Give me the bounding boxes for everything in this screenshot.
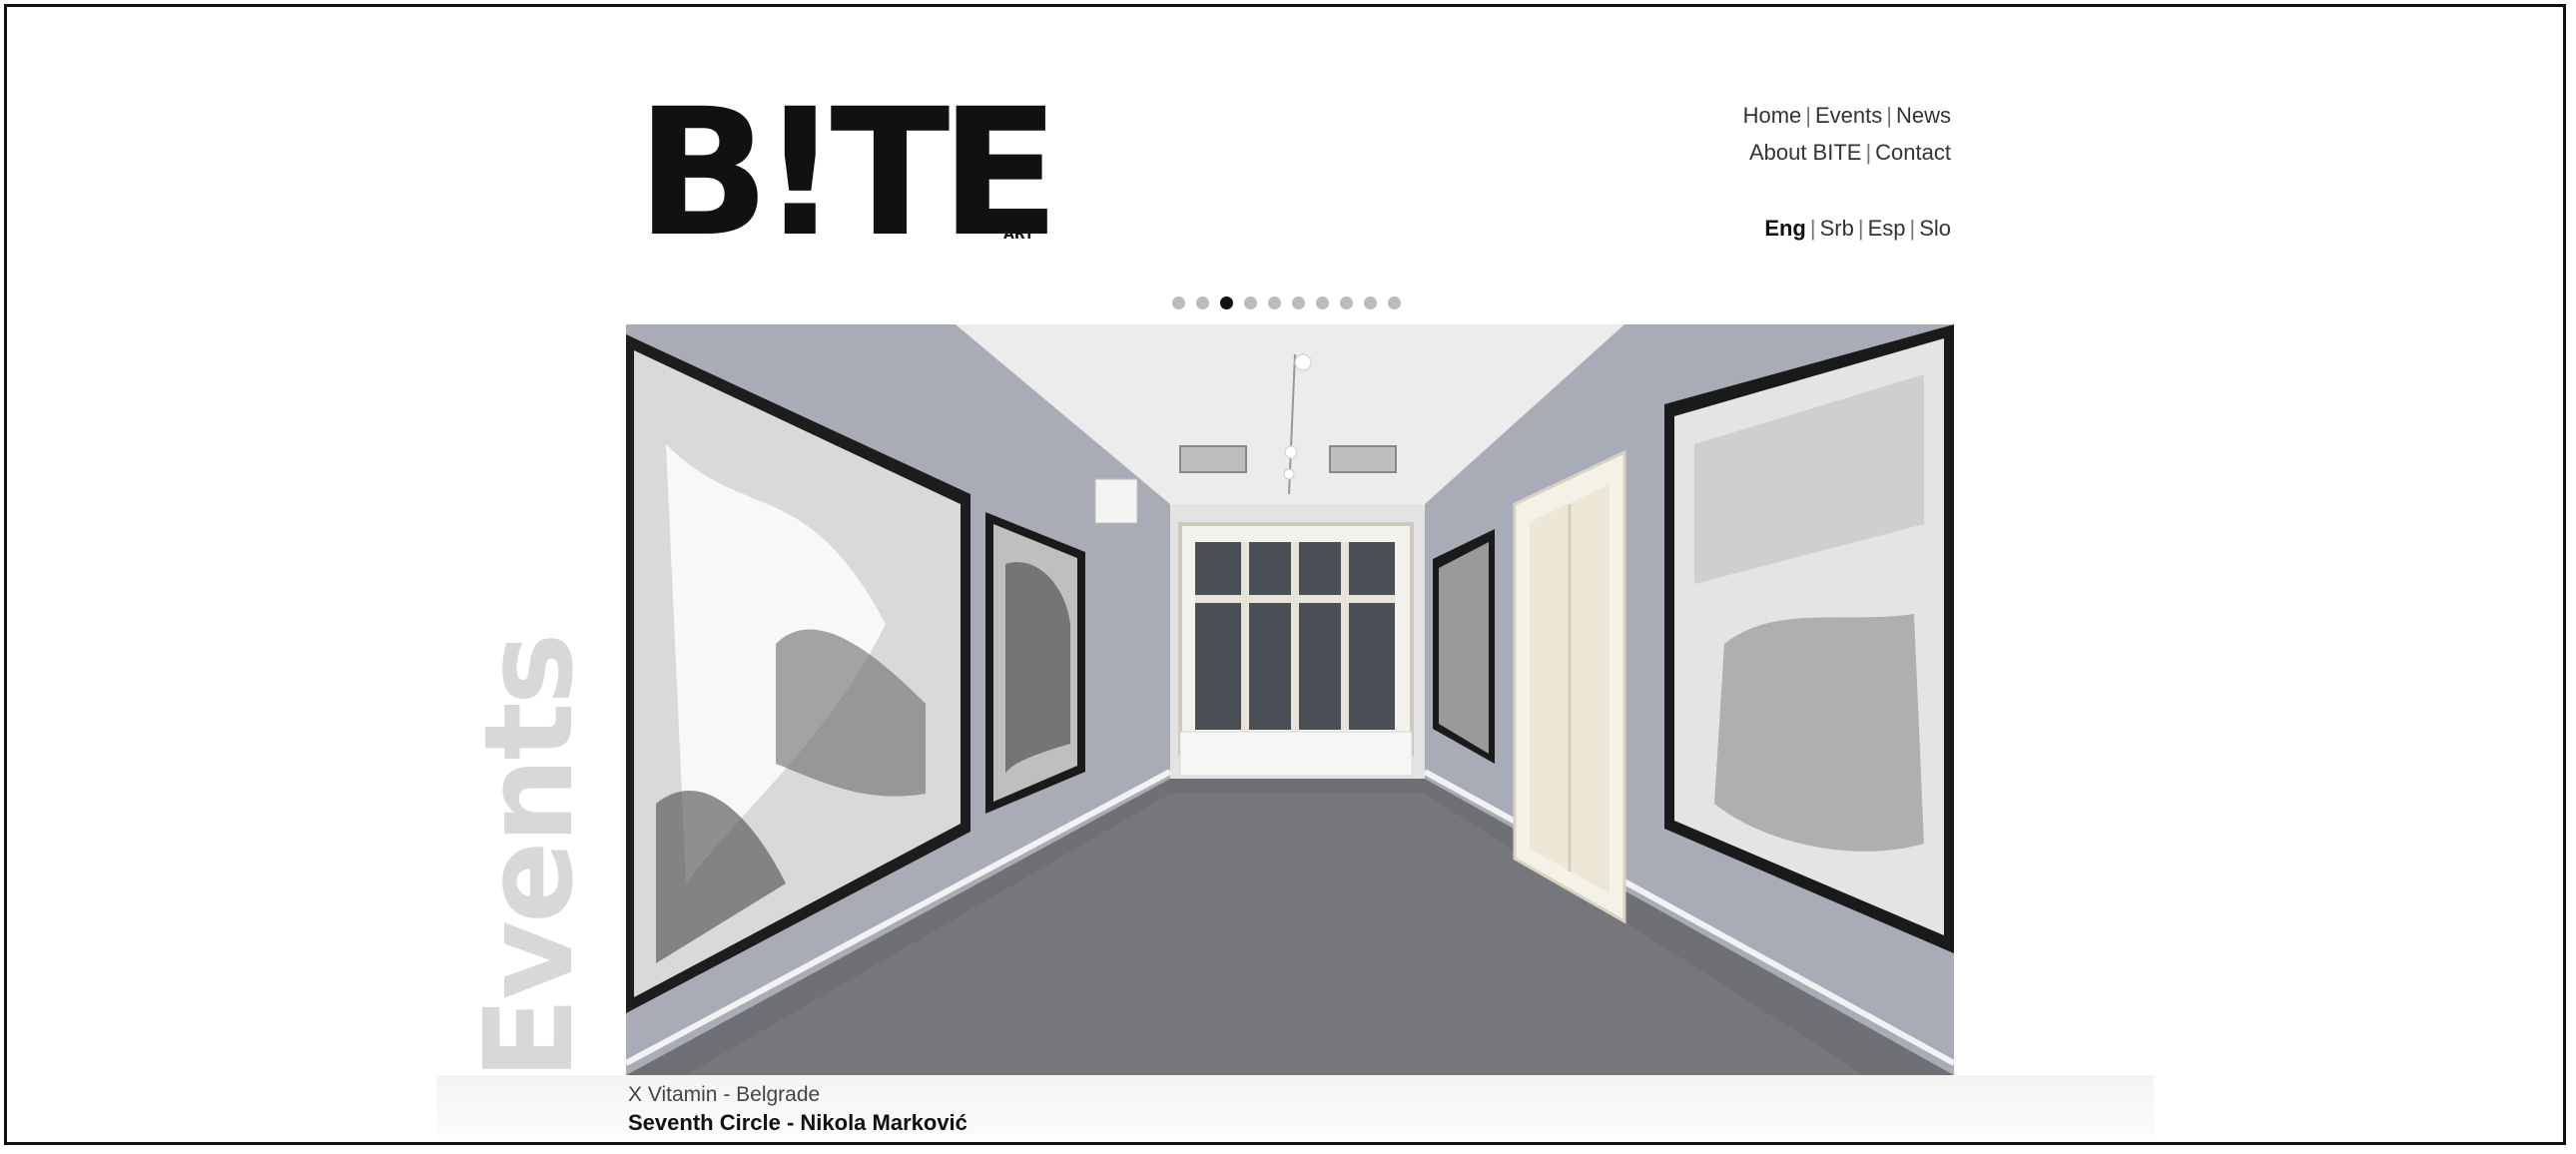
ceiling-light-icon [1284,445,1298,459]
ceiling-light-icon [1294,353,1312,371]
nav-separator: | [1865,140,1872,165]
event-location: X Vitamin - Belgrade [628,1083,821,1106]
carousel-dot[interactable] [1268,296,1281,309]
bite-logo[interactable]: B!TE OF ART [636,86,1060,262]
nav-home-link[interactable]: Home [1743,103,1802,128]
event-title[interactable]: Seventh Circle - Nikola Marković [628,1110,967,1136]
carousel-dot[interactable] [1196,296,1209,309]
logo-sub-line1: OF [1007,213,1029,229]
nav-separator: | [1886,103,1892,128]
carousel-dot[interactable] [1292,296,1305,309]
lang-srb-link[interactable]: Srb [1820,216,1854,241]
radiator-cover [1179,731,1413,777]
carousel-dot[interactable] [1388,296,1401,309]
page-frame: B!TE OF ART Home | Events | News About BITE |… [4,4,2566,1145]
ac-unit [1094,478,1138,524]
ceiling-light-icon [1283,468,1295,480]
lang-esp-link[interactable]: Esp [1868,216,1906,241]
nav-contact-link[interactable]: Contact [1875,140,1951,165]
carousel-dot[interactable] [1220,296,1233,309]
nav-events-link[interactable]: Events [1815,103,1882,128]
section-title: Events [458,635,600,1080]
language-switcher: Eng | Srb | Esp | Slo [1764,216,1951,242]
section-title-wrap: Events [458,561,600,1080]
logo-subtitle: OF ART [1003,214,1034,242]
lang-slo-link[interactable]: Slo [1919,216,1951,241]
lang-eng-link[interactable]: Eng [1764,216,1806,241]
lang-separator: | [1809,216,1816,241]
main-nav-row2: About BITE | Contact [1749,140,1951,166]
lang-separator: | [1857,216,1864,241]
ceiling-vent-icon [1179,445,1247,473]
logo-sub-line2: ART [1003,227,1034,243]
carousel-dot[interactable] [1244,296,1257,309]
main-nav-row1: Home | Events | News [1743,103,1951,129]
nav-separator: | [1805,103,1811,128]
carousel-dot[interactable] [1316,296,1329,309]
nav-news-link[interactable]: News [1896,103,1951,128]
carousel-dot[interactable] [1340,296,1353,309]
ceiling-vent-icon [1329,445,1397,473]
gallery-photo[interactable] [626,324,1954,1075]
carousel-dots [1172,296,1401,309]
lang-separator: | [1909,216,1916,241]
nav-about-link[interactable]: About BITE [1749,140,1862,165]
artwork-right-small [1439,542,1489,754]
artwork-detail [1714,614,1924,852]
carousel-dot[interactable] [1364,296,1377,309]
carousel-dot[interactable] [1172,296,1185,309]
artwork-detail [1005,562,1070,774]
logo-wordmark: B!TE [636,71,1060,276]
